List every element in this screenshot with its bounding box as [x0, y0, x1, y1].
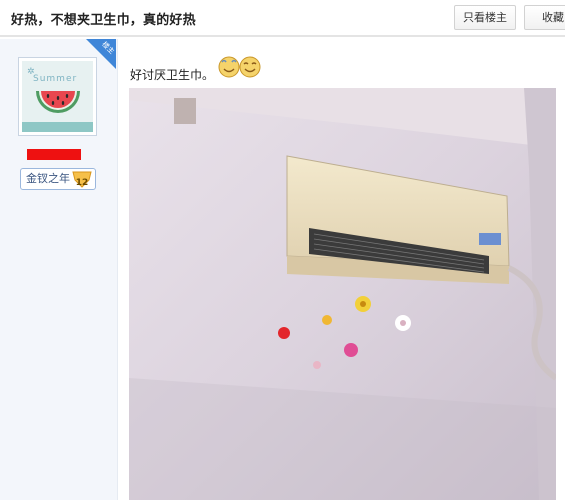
- op-corner-badge: 楼主: [86, 39, 116, 69]
- avatar-image: ✲ Summer: [22, 61, 93, 132]
- avatar-text: Summer: [33, 74, 78, 84]
- post-text: 好讨厌卫生巾。: [130, 68, 215, 82]
- level-shield-icon: 12: [72, 170, 92, 188]
- post-photo[interactable]: [129, 88, 556, 500]
- smiley-emoji-icon: [218, 56, 240, 78]
- watermelon-icon: [36, 91, 80, 113]
- avatar-strip: [22, 122, 93, 132]
- smiley-emoji-icon: [239, 56, 261, 78]
- thread-header: 好热，不想夹卫生巾，真的好热 只看楼主 收藏: [0, 0, 565, 37]
- level-label: 金钗之年: [26, 172, 70, 185]
- only-op-button[interactable]: 只看楼主: [454, 5, 516, 30]
- air-conditioner-photo: [129, 88, 556, 500]
- level-badge[interactable]: 金钗之年 12: [20, 168, 96, 190]
- level-number: 12: [75, 178, 89, 188]
- thread-title: 好热，不想夹卫生巾，真的好热: [11, 13, 196, 28]
- username-redacted[interactable]: [27, 149, 81, 160]
- favorite-button[interactable]: 收藏: [524, 5, 565, 30]
